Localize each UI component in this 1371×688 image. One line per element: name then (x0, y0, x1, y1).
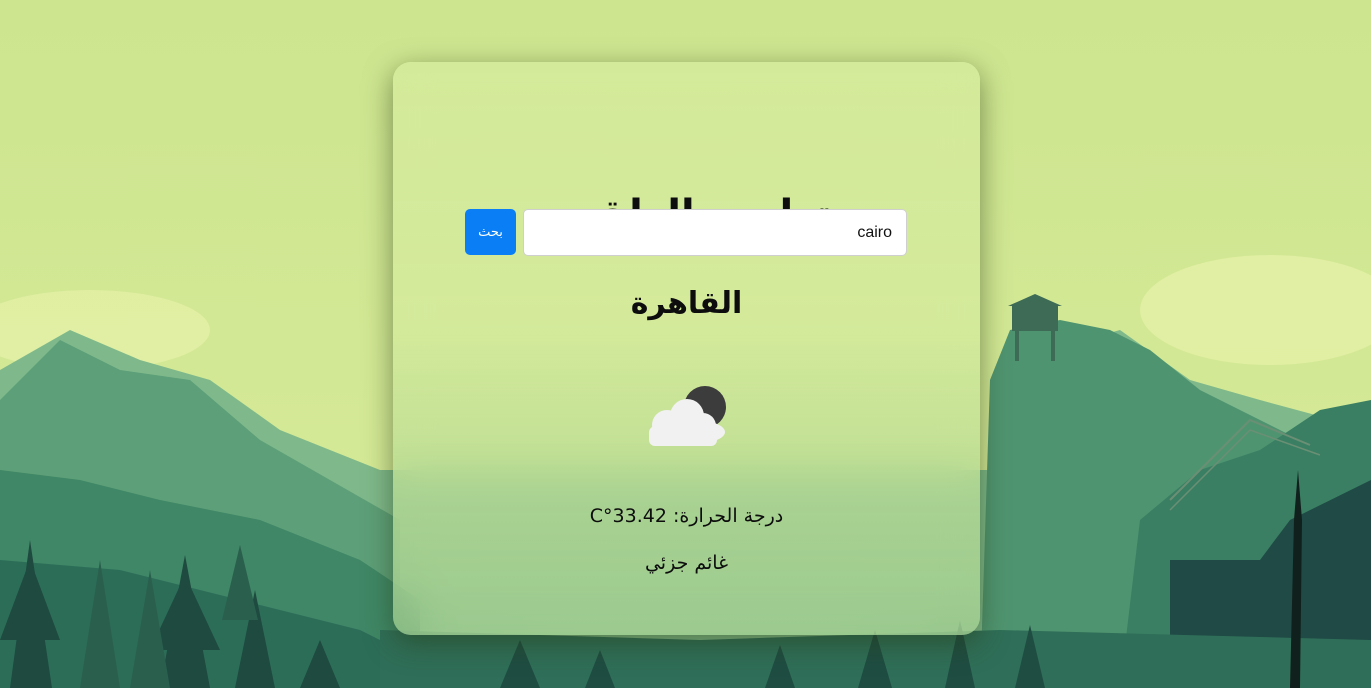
temperature-readout: درجة الحرارة: 33.42°C (589, 505, 784, 527)
weather-card: تطبيق الطقس بحث القاهرة درجة الحرارة: 33… (393, 62, 980, 635)
search-button[interactable]: بحث (465, 209, 516, 255)
partly-cloudy-night-icon (639, 380, 735, 446)
city-name: القاهرة (630, 286, 743, 321)
weather-description: غائم جزئي (644, 552, 729, 574)
search-row: بحث (465, 209, 907, 256)
city-search-input[interactable] (523, 209, 907, 256)
card-backdrop (393, 62, 980, 635)
